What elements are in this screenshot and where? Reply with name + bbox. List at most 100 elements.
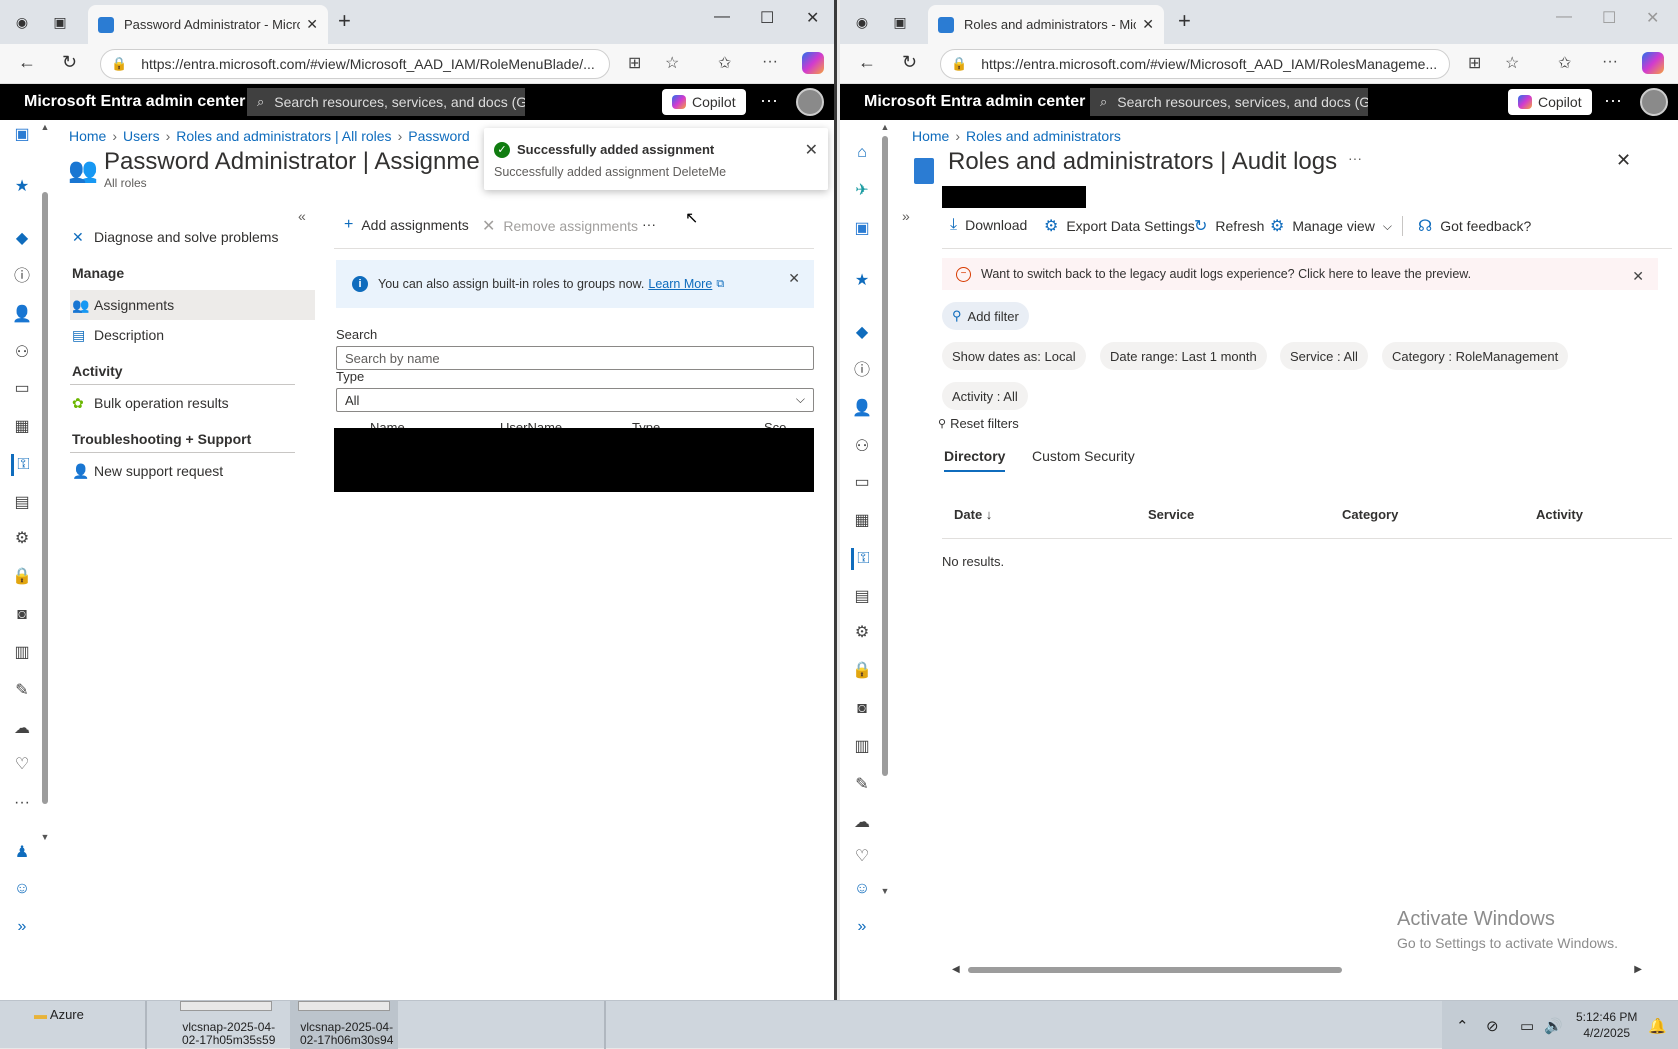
browser-tab[interactable]: Password Administrator - Microsoft ✕ [88, 5, 328, 44]
entra-app-icon[interactable]: ▣ [11, 124, 33, 146]
billing-icon[interactable]: ▤ [11, 492, 33, 514]
verified-id-icon[interactable]: ▥ [11, 642, 33, 664]
billing-icon[interactable]: ▤ [851, 586, 873, 608]
scroll-down-icon[interactable]: ▼ [40, 832, 50, 842]
global-secure-access-icon[interactable]: ☁ [11, 718, 33, 740]
scrollbar-thumb[interactable] [42, 192, 48, 804]
back-icon[interactable]: ← [858, 52, 876, 73]
menu-assignments[interactable]: 👥 Assignments [70, 290, 315, 320]
clock[interactable]: 5:12:46 PM 4/2/2025 [1576, 1009, 1637, 1041]
scrollbar-thumb[interactable] [882, 136, 888, 776]
tab-actions-icon[interactable]: ▣ [48, 10, 72, 34]
close-tab-icon[interactable]: ✕ [306, 16, 318, 33]
split-screen-icon[interactable]: ⊞ [1468, 53, 1481, 73]
copilot-icon[interactable] [1642, 52, 1664, 74]
dismiss-info-icon[interactable]: ✕ [788, 270, 800, 287]
more-menu-icon[interactable]: ··· [762, 53, 778, 71]
whats-new-icon[interactable]: ✈ [851, 180, 873, 202]
breadcrumb-roles[interactable]: Roles and administrators [966, 128, 1121, 144]
minimize-icon[interactable]: — [1556, 8, 1572, 26]
menu-new-support-request[interactable]: 👤 New support request [70, 456, 315, 486]
url-input[interactable]: 🔒 https://entra.microsoft.com/#view/Micr… [100, 49, 610, 79]
health-icon[interactable]: ♡ [851, 846, 873, 868]
learn-more-link[interactable]: Learn More [648, 277, 712, 291]
refresh-button[interactable]: ↻ Refresh [1194, 216, 1264, 236]
users-icon[interactable]: 👤 [851, 398, 873, 420]
back-icon[interactable]: ← [18, 52, 36, 73]
browser-tab[interactable]: Roles and administrators - Micro ✕ [928, 5, 1164, 44]
breadcrumb-users[interactable]: Users [123, 128, 160, 144]
breadcrumb-roles[interactable]: Roles and administrators | All roles [176, 128, 391, 144]
maximize-icon[interactable]: ☐ [1602, 8, 1616, 28]
permissions-icon[interactable]: ✎ [851, 774, 873, 796]
copilot-button[interactable]: Copilot [662, 89, 746, 115]
menu-bulk-results[interactable]: ✿ Bulk operation results [70, 388, 315, 418]
add-assignments-button[interactable]: + Add assignments [344, 216, 469, 234]
close-toast-icon[interactable]: ✕ [805, 140, 818, 160]
tab-custom-security[interactable]: Custom Security [1032, 448, 1135, 464]
expand-rail-icon[interactable]: » [851, 916, 873, 938]
support-icon[interactable]: ☺ [851, 878, 873, 900]
verified-id-icon[interactable]: ▥ [851, 736, 873, 758]
devices-icon[interactable]: ▭ [11, 378, 33, 400]
notifications-icon[interactable]: 🔔 [1648, 1017, 1667, 1035]
avatar[interactable] [796, 88, 824, 116]
reset-filters-button[interactable]: ⚲ Reset filters [938, 416, 1019, 431]
got-feedback-button[interactable]: ☊ Got feedback? [1418, 216, 1531, 236]
filter-pill-service[interactable]: Service : All [1280, 342, 1368, 370]
scroll-left-icon[interactable]: ◀ [952, 964, 960, 975]
profile-icon[interactable]: ◉ [850, 10, 874, 34]
global-secure-access-icon[interactable]: ☁ [851, 812, 873, 834]
col-date[interactable]: Date ↓ [954, 507, 992, 522]
network-off-icon[interactable]: ⊘ [1486, 1017, 1499, 1035]
file-thumbnail[interactable] [298, 1001, 390, 1011]
protection-lock-icon[interactable]: 🔒 [851, 660, 873, 682]
applications-icon[interactable]: ▦ [851, 510, 873, 532]
header-more-icon[interactable]: ··· [1604, 90, 1622, 111]
filter-pill-date-range[interactable]: Date range: Last 1 month [1100, 342, 1267, 370]
expand-menu-icon[interactable]: » [902, 208, 910, 224]
horizontal-scrollbar-thumb[interactable] [968, 967, 1342, 973]
profile-icon[interactable]: ◉ [10, 10, 34, 34]
site-info-icon[interactable]: 🔒 [111, 56, 127, 72]
brand-title[interactable]: Microsoft Entra admin center [864, 93, 1085, 111]
breadcrumb-password[interactable]: Password [408, 128, 469, 144]
permissions-icon[interactable]: ✎ [11, 680, 33, 702]
users-icon[interactable]: 👤 [11, 304, 33, 326]
settings-icon[interactable]: ⚙ [851, 622, 873, 644]
home-icon[interactable]: ⌂ [851, 142, 873, 164]
identity-governance-icon[interactable]: ◙ [11, 604, 33, 626]
close-window-icon[interactable]: ✕ [806, 8, 819, 28]
devices-icon[interactable]: ▭ [851, 472, 873, 494]
favorite-star-icon[interactable]: ☆ [1505, 53, 1519, 73]
favorite-star-icon[interactable]: ☆ [665, 53, 679, 73]
new-tab-icon[interactable]: + [338, 10, 351, 32]
minimize-icon[interactable]: — [714, 8, 730, 26]
close-blade-icon[interactable]: ✕ [1616, 150, 1631, 171]
display-icon[interactable]: ▭ [1520, 1017, 1534, 1035]
support-icon[interactable]: ☺ [11, 878, 33, 900]
export-data-settings-button[interactable]: ⚙ Export Data Settings [1044, 216, 1195, 236]
more-services-icon[interactable]: ··· [11, 792, 33, 814]
groups-icon[interactable]: ⚇ [851, 436, 873, 458]
title-more-button[interactable]: ··· [1348, 150, 1362, 166]
copilot-icon[interactable] [802, 52, 824, 74]
left-rail-scrollbar[interactable]: ▲ ▼ [40, 120, 50, 1000]
taskbar-file2[interactable]: vlcsnap-2025-04- 02-17h06m30s94 [300, 1021, 393, 1047]
manage-view-button[interactable]: ⚙ Manage view ⌵ [1270, 216, 1392, 236]
scroll-up-icon[interactable]: ▲ [880, 122, 890, 132]
taskbar-file1[interactable]: vlcsnap-2025-04- 02-17h05m35s59 [182, 1021, 275, 1047]
more-menu-icon[interactable]: ··· [1602, 53, 1618, 71]
filter-pill-activity[interactable]: Activity : All [942, 382, 1028, 410]
breadcrumb-home[interactable]: Home [69, 128, 106, 144]
horizontal-scrollbar[interactable]: ◀ ▶ [952, 964, 1642, 976]
scroll-right-icon[interactable]: ▶ [1634, 964, 1642, 975]
download-button[interactable]: ⤓ Download [950, 216, 1027, 234]
identity-icon[interactable]: ◆ [11, 228, 33, 250]
expand-rail-icon[interactable]: » [11, 916, 33, 938]
favorites-star-icon[interactable]: ★ [851, 270, 873, 292]
add-filter-button[interactable]: ⚲ Add filter [942, 302, 1029, 330]
reload-icon[interactable]: ↻ [902, 52, 917, 73]
settings-icon[interactable]: ⚙ [11, 528, 33, 550]
filter-pill-category[interactable]: Category : RoleManagement [1382, 342, 1569, 370]
